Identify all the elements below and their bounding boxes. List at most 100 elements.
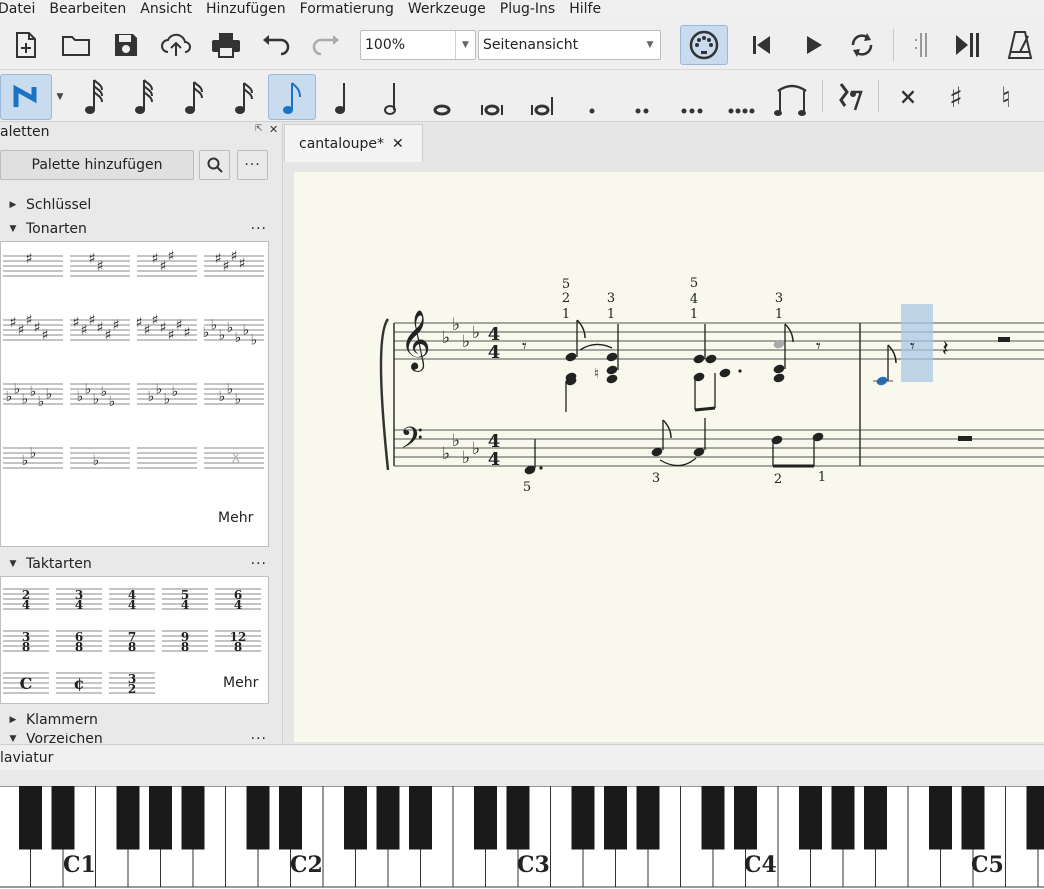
512th-note-icon[interactable]	[120, 74, 168, 120]
time-signature-cell[interactable]: 38	[3, 630, 49, 654]
black-key[interactable]	[149, 785, 172, 850]
eighth-note-icon[interactable]	[268, 74, 316, 120]
half-note-icon[interactable]	[368, 74, 416, 120]
black-key[interactable]	[181, 785, 205, 850]
menu-hinzufuegen[interactable]: Hinzufügen	[206, 1, 286, 17]
key-signature-cell[interactable]: ♭ ♭♭	[204, 382, 264, 408]
time-signature-cell[interactable]: 128	[215, 630, 261, 654]
rest-toggle-icon[interactable]	[826, 74, 874, 120]
black-key[interactable]	[831, 785, 855, 850]
key-signature-cell[interactable]: ♭ ♭♭ ♭	[137, 382, 197, 408]
loop-in-icon[interactable]	[898, 26, 938, 64]
black-key[interactable]	[344, 785, 367, 850]
menu-bearbeiten[interactable]: Bearbeiten	[49, 1, 126, 17]
black-key[interactable]	[1026, 785, 1044, 850]
black-key[interactable]	[701, 785, 725, 850]
undock-icon[interactable]: ⇱	[255, 124, 263, 134]
menu-hilfe[interactable]: Hilfe	[569, 1, 601, 17]
section-taktarten[interactable]: ▼ Taktarten ···	[0, 553, 283, 575]
key-signature-cell[interactable]: ☓	[204, 447, 264, 469]
time-signature-cell[interactable]: 24	[3, 588, 49, 612]
time-signature-cell[interactable]: 64	[215, 588, 261, 612]
time-signature-cell[interactable]: 44	[109, 588, 155, 612]
black-key[interactable]	[19, 785, 42, 850]
add-palette-button[interactable]: Palette hinzufügen	[0, 150, 194, 180]
new-file-icon[interactable]	[6, 26, 46, 64]
time-signature-cell[interactable]: 54	[162, 588, 208, 612]
close-icon[interactable]: ✕	[269, 123, 278, 136]
menu-datei[interactable]: Datei	[0, 1, 35, 17]
time-signature-cell[interactable]: 98	[162, 630, 208, 654]
black-key[interactable]	[116, 785, 140, 850]
upload-cloud-icon[interactable]	[156, 26, 196, 64]
dot-icon[interactable]	[568, 74, 616, 120]
longa-icon[interactable]	[518, 74, 566, 120]
key-signature-cell[interactable]: ♯ ♯♯ ♯ ♯♯ ♯	[136, 313, 197, 344]
time-signature-cell[interactable]: 34	[56, 588, 102, 612]
more-options-icon[interactable]: ···	[251, 556, 267, 572]
key-signature-cell[interactable]: ♯ ♯♯ ♯ ♯	[3, 313, 63, 344]
key-signature-cell[interactable]: ♯ ♯♯ ♯ ♯♯	[70, 313, 130, 344]
time-signature-cell[interactable]: 78	[109, 630, 155, 654]
more-button[interactable]: Mehr	[223, 675, 258, 691]
play-icon[interactable]	[794, 26, 834, 64]
redo-icon[interactable]	[306, 26, 346, 64]
undo-icon[interactable]	[256, 26, 296, 64]
black-key[interactable]	[929, 785, 952, 850]
whole-note-icon[interactable]	[418, 74, 466, 120]
chevron-down-icon[interactable]: ▼	[455, 31, 475, 59]
black-key[interactable]	[734, 785, 757, 850]
key-signature-cell[interactable]	[137, 447, 197, 469]
key-signature-cell[interactable]: ♯ ♯♯ ♯	[204, 249, 264, 277]
time-signature-cell[interactable]: 32	[109, 672, 155, 696]
triple-dot-icon[interactable]	[668, 74, 716, 120]
black-key[interactable]	[961, 785, 985, 850]
key-signature-cell[interactable]: ♯ ♯♯	[137, 249, 197, 277]
key-signature-cell[interactable]: ♯ ♯	[70, 251, 130, 277]
more-button[interactable]: Mehr	[218, 510, 253, 526]
key-signature-cell[interactable]: ♭ ♭♭ ♭♭ ♭	[3, 382, 63, 411]
double-sharp-icon[interactable]: ×	[884, 74, 932, 120]
black-key[interactable]	[799, 785, 822, 850]
black-key[interactable]	[506, 785, 530, 850]
tie-icon[interactable]	[768, 74, 816, 120]
time-signature-cell[interactable]: C	[3, 672, 49, 694]
black-key[interactable]	[604, 785, 627, 850]
natural-icon[interactable]: ♮	[982, 74, 1030, 120]
open-folder-icon[interactable]	[56, 26, 96, 64]
menu-werkzeuge[interactable]: Werkzeuge	[408, 1, 486, 17]
black-key[interactable]	[636, 785, 660, 850]
menu-plugins[interactable]: Plug-Ins	[500, 1, 555, 17]
chevron-down-icon[interactable]: ▼	[640, 31, 660, 59]
zoom-combobox[interactable]: 100% ▼	[360, 30, 476, 60]
more-options-icon[interactable]: ···	[251, 221, 267, 237]
search-icon[interactable]	[199, 150, 230, 180]
black-key[interactable]	[279, 785, 302, 850]
double-dot-icon[interactable]	[618, 74, 666, 120]
rewind-icon[interactable]	[742, 26, 782, 64]
128th-note-icon[interactable]	[220, 74, 268, 120]
menu-formatierung[interactable]: Formatierung	[300, 1, 394, 17]
section-vorzeichen[interactable]: ▼ Vorzeichen ···	[0, 733, 283, 744]
section-klammern[interactable]: ▶ Klammern	[0, 709, 98, 731]
note-input-icon[interactable]	[0, 74, 52, 120]
section-tonarten[interactable]: ▼ Tonarten ···	[0, 218, 283, 240]
key-signature-grid[interactable]: ♯ ♯ ♯ ♯ ♯♯ ♯ ♯♯ ♯♯ ♯♯ ♯ ♯♯ ♯♯ ♯ ♯♯ ♯ ♯♯ ♯ ♯♯ ♯ ♭ ♭♭ ♭♭ ♭♭♭ ♭♭ ♭♭…	[1, 242, 268, 542]
black-key[interactable]	[376, 785, 400, 850]
black-key[interactable]	[246, 785, 270, 850]
more-options-icon[interactable]: ···	[237, 150, 268, 180]
key-signature-cell[interactable]: ♭ ♭	[3, 446, 63, 470]
metronome-icon[interactable]	[1000, 26, 1040, 64]
breve-icon[interactable]	[468, 74, 516, 120]
sharp-icon[interactable]: ♯	[932, 74, 980, 120]
loop-icon[interactable]	[842, 26, 882, 64]
black-key[interactable]	[409, 785, 432, 850]
print-icon[interactable]	[206, 26, 246, 64]
score-notation[interactable]: 𝄞𝄢♭♭♭ ♭♭♭♭ ♭4444𝄾♮𝄾 𝄾 𝄽521315413153 2 1	[294, 172, 1044, 742]
quadruple-dot-icon[interactable]	[718, 74, 766, 120]
quarter-note-icon[interactable]	[318, 74, 366, 120]
black-key[interactable]	[864, 785, 887, 850]
key-signature-cell[interactable]: ♭ ♭♭ ♭♭ ♭♭	[203, 318, 264, 349]
piano-keyboard[interactable]: C1 C2 C3 C4 C5	[0, 785, 1044, 889]
256th-note-icon[interactable]	[170, 74, 218, 120]
